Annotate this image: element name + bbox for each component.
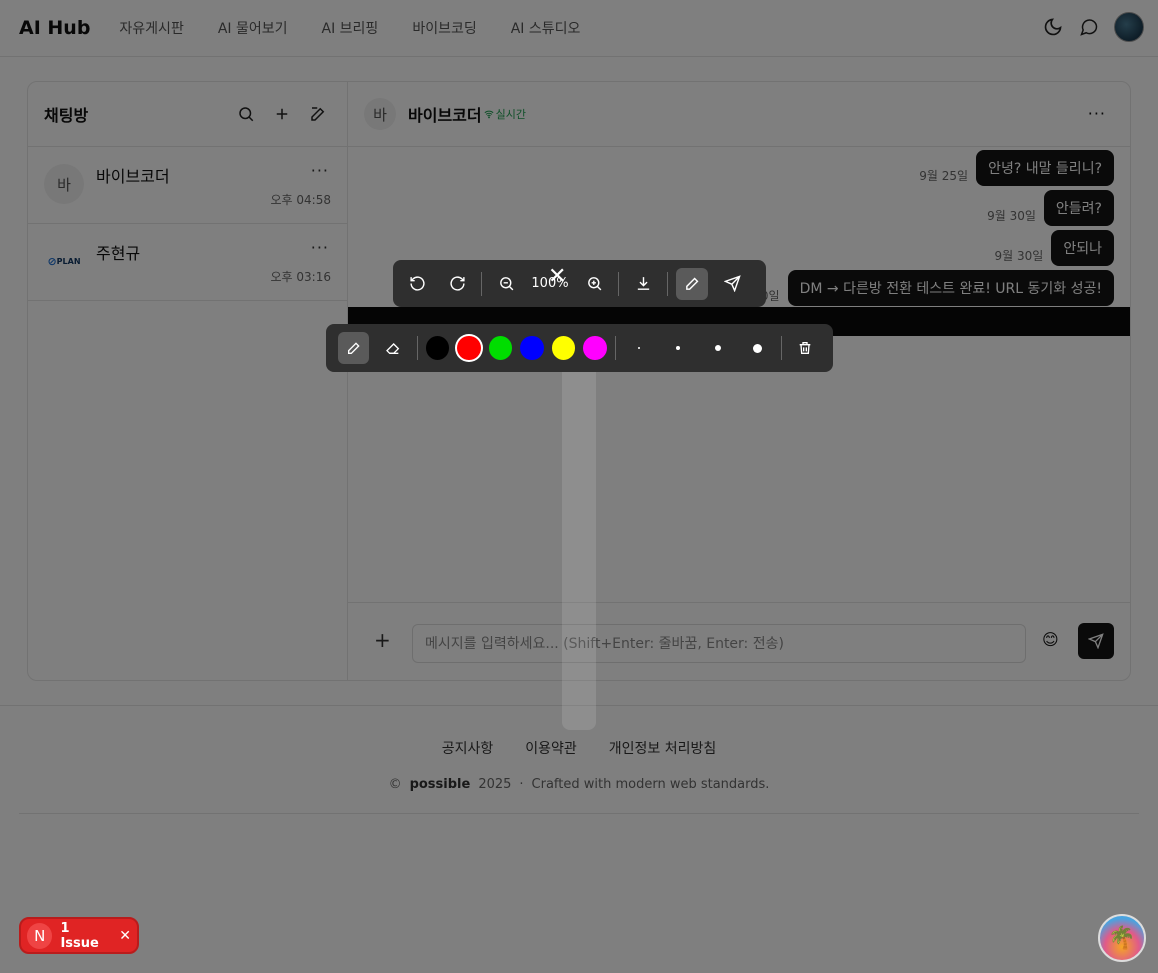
pen-tool-icon[interactable] [338, 332, 370, 364]
zoom-out-icon[interactable] [490, 268, 522, 300]
toolbar-divider [667, 271, 668, 296]
rotate-right-icon[interactable] [441, 268, 473, 300]
trash-icon[interactable] [790, 332, 821, 364]
color-swatch-green[interactable] [488, 336, 513, 360]
issue-logo: N [27, 922, 53, 949]
eraser-icon[interactable] [377, 332, 408, 364]
close-viewer-icon[interactable]: ✕ [548, 264, 566, 289]
rotate-left-icon[interactable] [401, 268, 433, 300]
image-viewer-toolbar: 100% [393, 260, 766, 307]
drawing-toolbar [326, 324, 833, 372]
zoom-in-icon[interactable] [578, 268, 610, 300]
brush-size-s[interactable] [663, 336, 694, 360]
issue-count: 1 Issue [60, 920, 99, 951]
toolbar-divider [614, 336, 616, 360]
color-swatch-red[interactable] [457, 336, 481, 360]
issue-badge[interactable]: N 1 Issue ✕ [19, 917, 139, 954]
color-swatch-magenta[interactable] [583, 336, 607, 360]
color-swatch-yellow[interactable] [551, 336, 576, 360]
drawing-canvas[interactable] [562, 330, 596, 730]
color-swatch-blue[interactable] [520, 336, 544, 360]
brush-size-m[interactable] [702, 336, 733, 360]
toolbar-divider [481, 271, 482, 296]
color-swatch-black[interactable] [425, 336, 450, 360]
toolbar-divider [618, 271, 619, 296]
brush-size-l[interactable] [741, 336, 772, 360]
close-icon[interactable]: ✕ [119, 928, 131, 944]
share-send-icon[interactable] [716, 268, 748, 300]
assistant-bot-avatar[interactable]: 🌴 [1098, 914, 1146, 962]
draw-pencil-icon[interactable] [676, 267, 708, 300]
brush-size-xs[interactable] [624, 336, 655, 360]
toolbar-divider [416, 336, 418, 360]
toolbar-divider [780, 336, 782, 360]
download-icon[interactable] [627, 268, 659, 300]
